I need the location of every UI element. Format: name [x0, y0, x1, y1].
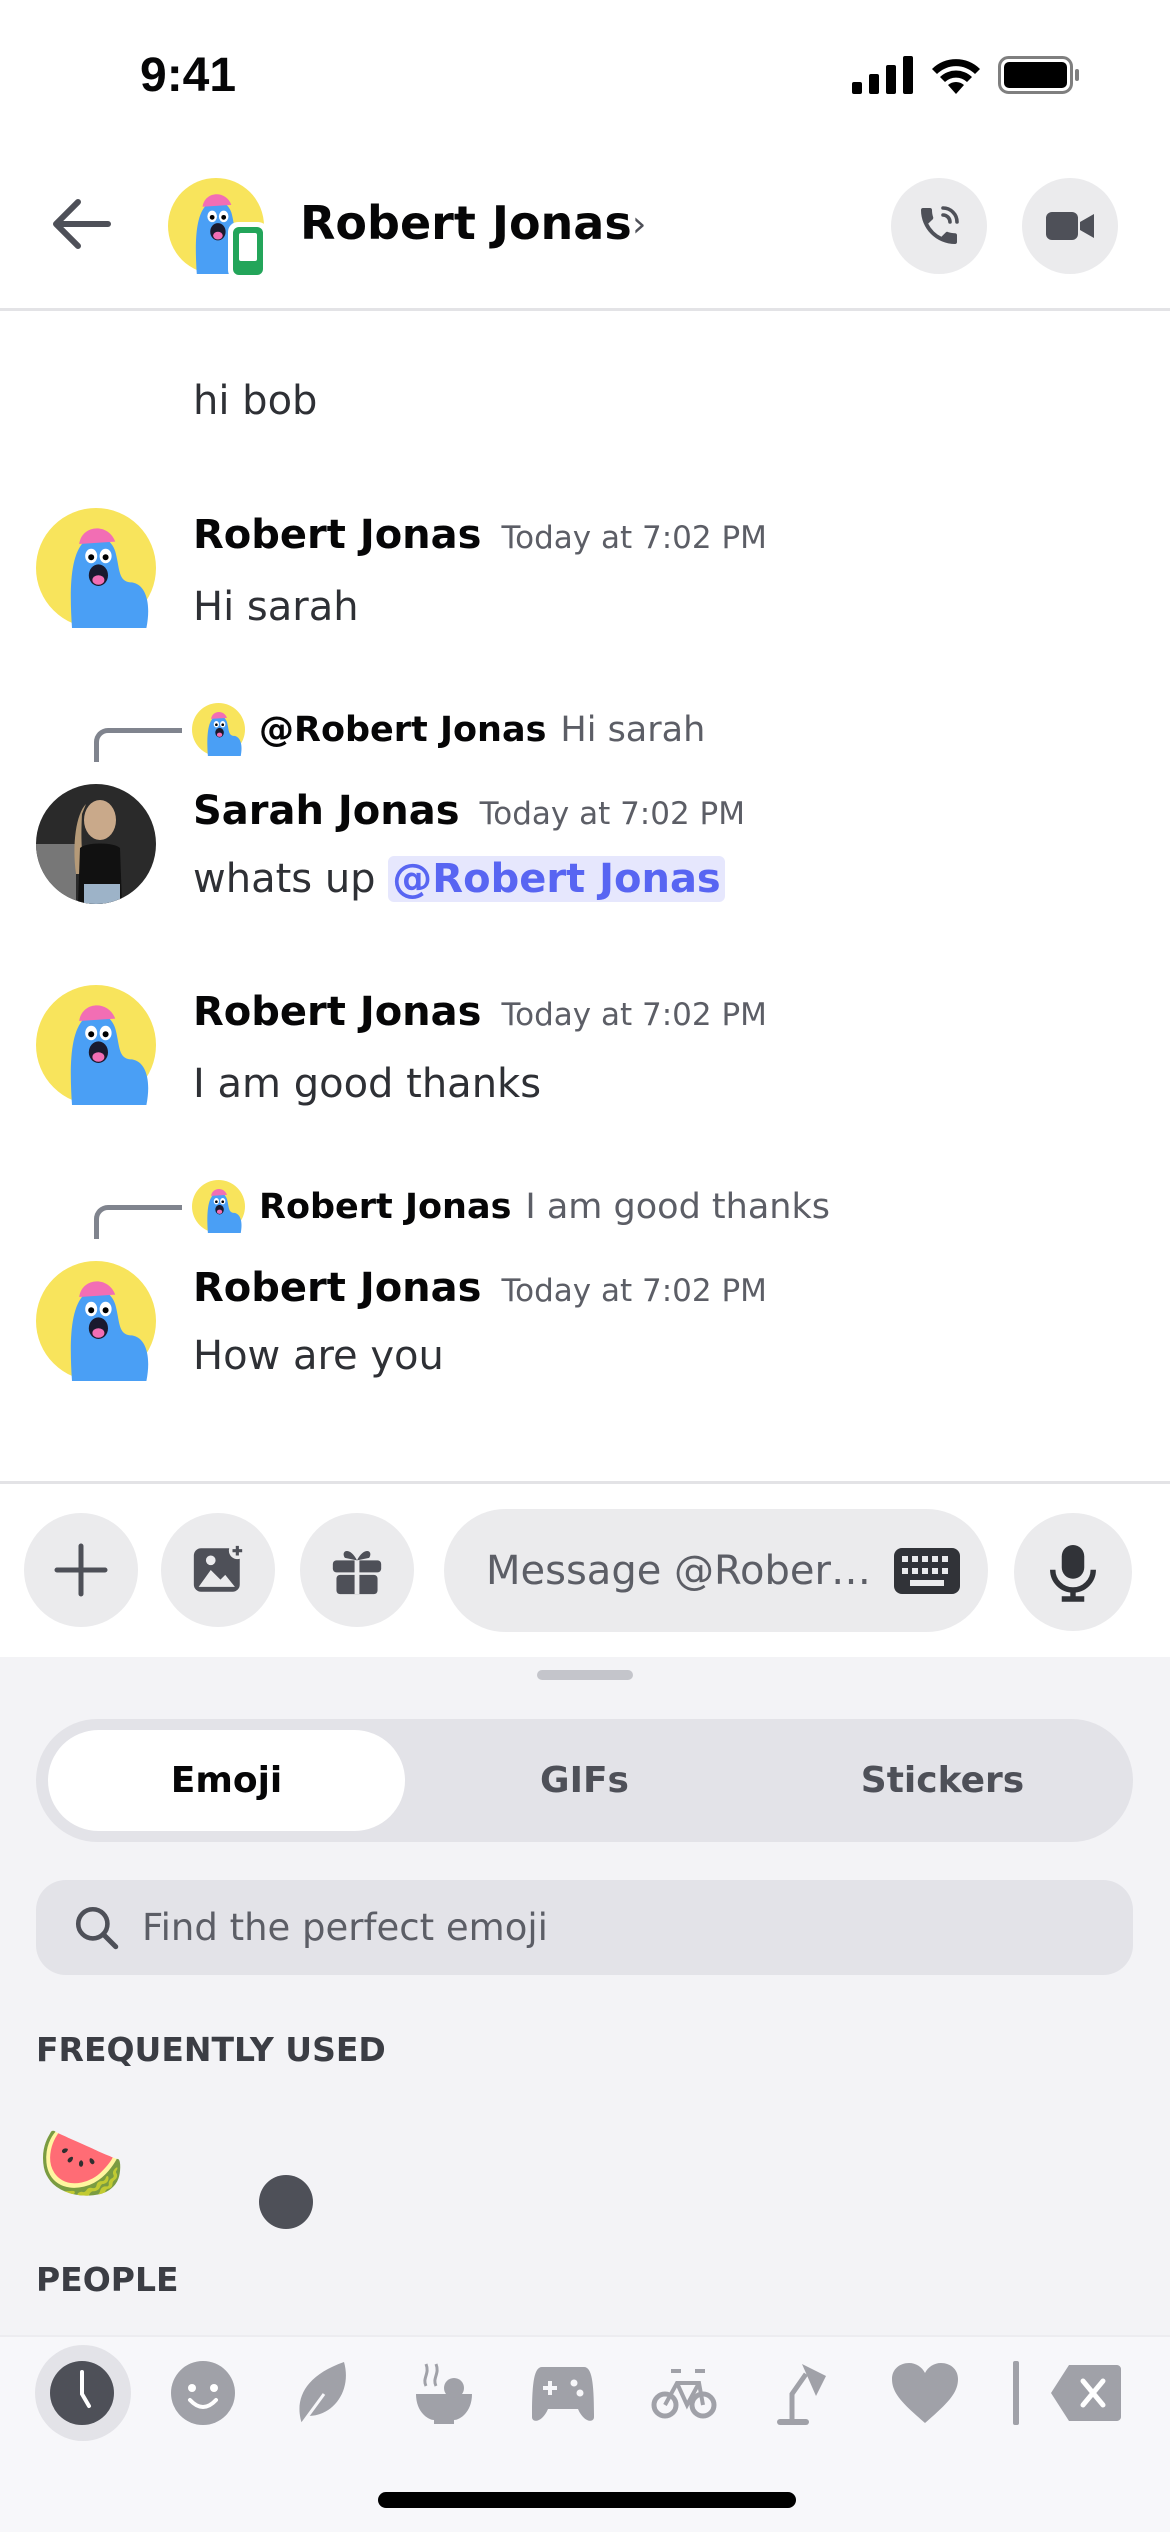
- message-text: hi bob: [193, 378, 318, 424]
- message-text-body: whats up: [193, 856, 376, 902]
- heart-icon[interactable]: [885, 2353, 965, 2433]
- timestamp: Today at 7:02 PM: [501, 1273, 767, 1309]
- wifi-icon: [932, 59, 980, 94]
- chevron-right-icon[interactable]: ›: [632, 204, 646, 245]
- message-group: @Robert Jonas Hi sarah Sarah Jonas Today a…: [0, 700, 1170, 920]
- author-row: Robert Jonas Today at 7:02 PM: [193, 512, 767, 558]
- author-name[interactable]: Robert Jonas: [193, 512, 481, 558]
- battery-icon: [998, 56, 1079, 94]
- status-icons: [852, 56, 1080, 94]
- message-group: Robert Jonas I am good thanks Robert Jona…: [0, 1177, 1170, 1397]
- author-row: Robert Jonas Today at 7:02 PM: [193, 1265, 767, 1311]
- reply-author: @Robert Jonas: [259, 709, 547, 750]
- section-frequently-used: FREQUENTLY USED: [36, 2030, 386, 2069]
- backspace-icon[interactable]: [1046, 2353, 1126, 2433]
- composer-divider: [0, 1481, 1170, 1484]
- header-divider: [0, 308, 1170, 311]
- recent-clock-icon[interactable]: [42, 2353, 122, 2433]
- timestamp: Today at 7:02 PM: [479, 796, 745, 832]
- timestamp: Today at 7:02 PM: [501, 997, 767, 1033]
- message-input[interactable]: Message @Rober…: [444, 1509, 988, 1632]
- author-name[interactable]: Robert Jonas: [193, 989, 481, 1035]
- author-row: Sarah Jonas Today at 7:02 PM: [193, 788, 745, 834]
- user-mention[interactable]: @Robert Jonas: [388, 856, 725, 902]
- media-button[interactable]: [161, 1513, 275, 1627]
- tab-emoji[interactable]: Emoji: [48, 1730, 405, 1831]
- voice-message-button[interactable]: [1014, 1513, 1132, 1631]
- header-avatar[interactable]: [168, 178, 268, 280]
- back-button[interactable]: [50, 196, 114, 256]
- home-indicator: [378, 2492, 796, 2508]
- microphone-icon: [1050, 1545, 1096, 1602]
- reply-text: I am good thanks: [525, 1186, 830, 1227]
- flag-icon[interactable]: [1000, 2353, 1034, 2433]
- mobile-status-icon: [228, 222, 268, 280]
- video-camera-icon: [1046, 212, 1094, 240]
- food-bowl-icon[interactable]: [404, 2353, 484, 2433]
- author-name[interactable]: Sarah Jonas: [193, 788, 460, 834]
- image-icon: [193, 1542, 246, 1592]
- status-time: 9:41: [140, 49, 237, 102]
- author-row: Robert Jonas Today at 7:02 PM: [193, 989, 767, 1035]
- tab-gifs[interactable]: GIFs: [406, 1730, 763, 1831]
- channel-title[interactable]: Robert Jonas: [300, 196, 632, 250]
- picker-tabs: Emoji GIFs Stickers: [36, 1719, 1133, 1842]
- author-name[interactable]: Robert Jonas: [193, 1265, 481, 1311]
- phone-icon: [921, 206, 959, 244]
- reply-text: Hi sarah: [560, 709, 706, 750]
- user-avatar[interactable]: [36, 508, 156, 628]
- message-text: How are you: [193, 1333, 444, 1379]
- timestamp: Today at 7:02 PM: [501, 520, 767, 556]
- reply-preview[interactable]: Robert Jonas I am good thanks: [192, 1180, 830, 1233]
- section-people: PEOPLE: [36, 2260, 179, 2299]
- user-avatar[interactable]: [36, 784, 156, 904]
- drag-handle[interactable]: [537, 1670, 633, 1680]
- reply-avatar: [192, 703, 245, 756]
- tab-stickers[interactable]: Stickers: [764, 1730, 1121, 1831]
- bicycle-icon[interactable]: [644, 2353, 724, 2433]
- lamp-icon[interactable]: [764, 2353, 844, 2433]
- touch-indicator: [259, 2175, 313, 2229]
- reply-preview[interactable]: @Robert Jonas Hi sarah: [192, 703, 705, 756]
- plus-icon: [54, 1543, 108, 1597]
- gift-button[interactable]: [300, 1513, 414, 1627]
- emoji-watermelon[interactable]: 🍉: [38, 2128, 125, 2198]
- user-avatar[interactable]: [36, 985, 156, 1105]
- cellular-signal-icon: [852, 56, 913, 94]
- message-group: Robert Jonas Today at 7:02 PM I am good t…: [0, 985, 1170, 1115]
- voice-call-button[interactable]: [891, 178, 987, 274]
- message-input-placeholder: Message @Rober…: [486, 1547, 871, 1594]
- add-attachment-button[interactable]: [24, 1513, 138, 1627]
- message-text: Hi sarah: [193, 584, 359, 630]
- reply-connector: [94, 728, 182, 762]
- arrow-left-icon: [53, 199, 111, 249]
- message-text: whats up @Robert Jonas: [193, 856, 725, 902]
- search-icon: [75, 1906, 119, 1949]
- leaf-icon[interactable]: [284, 2353, 364, 2433]
- reply-avatar: [192, 1180, 245, 1233]
- reply-connector: [94, 1205, 182, 1239]
- smiley-icon[interactable]: [163, 2353, 243, 2433]
- message-group: Robert Jonas Today at 7:02 PM Hi sarah: [0, 508, 1170, 638]
- video-call-button[interactable]: [1022, 178, 1118, 274]
- user-avatar[interactable]: [36, 1261, 156, 1381]
- message-text: I am good thanks: [193, 1061, 542, 1107]
- emoji-search-input[interactable]: Find the perfect emoji: [36, 1880, 1133, 1975]
- gift-icon: [332, 1550, 382, 1595]
- gamepad-icon[interactable]: [523, 2353, 603, 2433]
- reply-author: Robert Jonas: [259, 1186, 512, 1227]
- keyboard-icon[interactable]: [894, 1547, 960, 1594]
- search-placeholder: Find the perfect emoji: [142, 1906, 548, 1949]
